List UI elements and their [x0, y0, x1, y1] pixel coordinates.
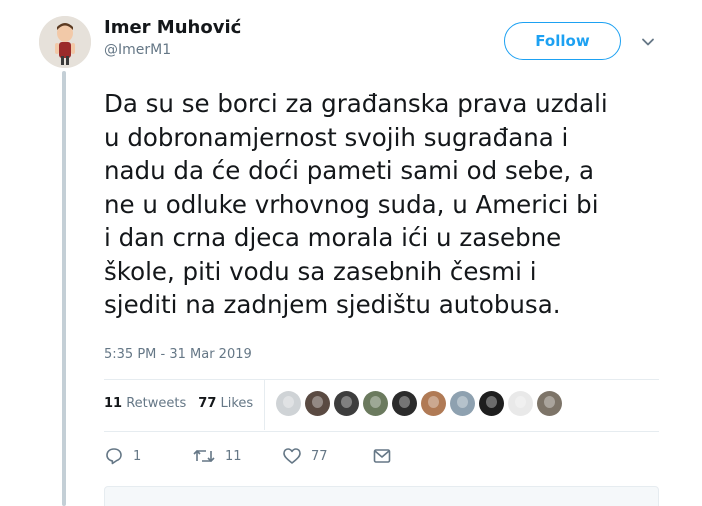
liker-avatar-6[interactable] [421, 391, 446, 416]
thread-line [62, 71, 66, 506]
likes-stat[interactable]: 77 Likes [198, 396, 253, 411]
follow-button[interactable]: Follow [504, 22, 621, 60]
liker-avatar-8[interactable] [479, 391, 504, 416]
envelope-icon [373, 449, 391, 463]
reply-count: 1 [133, 448, 142, 464]
user-name[interactable]: Imer Muhović [104, 17, 241, 38]
liker-avatars [276, 391, 562, 416]
liker-avatar-10[interactable] [537, 391, 562, 416]
divider [104, 379, 659, 380]
reply-input[interactable] [104, 486, 659, 506]
reply-icon [106, 448, 122, 465]
stats-separator [264, 380, 265, 430]
like-count: 77 [311, 448, 328, 464]
likes-count: 77 [198, 396, 217, 411]
liker-avatar-1[interactable] [276, 391, 301, 416]
retweet-icon [193, 450, 215, 462]
liker-avatar-5[interactable] [392, 391, 417, 416]
liker-avatar-4[interactable] [363, 391, 388, 416]
liker-avatar-9[interactable] [508, 391, 533, 416]
heart-icon [283, 448, 301, 464]
liker-avatar-7[interactable] [450, 391, 475, 416]
liker-avatar-2[interactable] [305, 391, 330, 416]
direct-message-button[interactable] [372, 446, 392, 466]
chevron-down-icon[interactable] [639, 33, 657, 51]
engagement-stats: 11 Retweets 77 Likes [104, 396, 253, 411]
likes-label: Likes [220, 396, 254, 411]
avatar[interactable] [39, 16, 91, 68]
divider [104, 431, 659, 432]
retweet-button[interactable]: 11 [192, 446, 242, 466]
user-handle[interactable]: @ImerM1 [104, 42, 171, 58]
liker-avatar-3[interactable] [334, 391, 359, 416]
retweet-count: 11 [225, 448, 242, 464]
retweets-stat[interactable]: 11 Retweets [104, 396, 186, 411]
like-button[interactable]: 77 [282, 446, 328, 466]
retweets-count: 11 [104, 396, 123, 411]
reply-button[interactable]: 1 [104, 446, 141, 466]
avatar-image [39, 16, 91, 68]
tweet-text: Da su se borci za građanska prava uzdali… [104, 89, 608, 319]
tweet-timestamp[interactable]: 5:35 PM - 31 Mar 2019 [104, 347, 252, 362]
retweets-label: Retweets [126, 396, 187, 411]
